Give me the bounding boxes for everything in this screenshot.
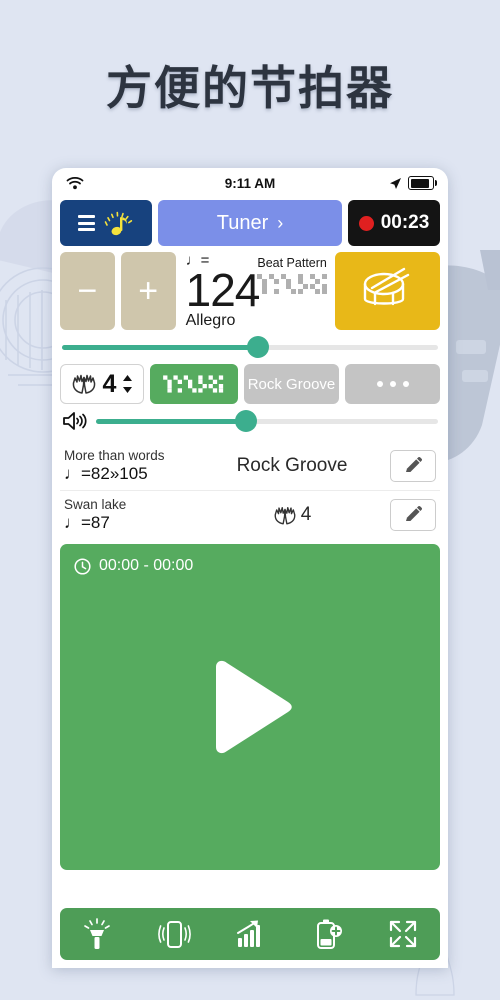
player-time: 00:00 - 00:00 xyxy=(74,557,193,575)
top-toolbar: Tuner › 00:23 xyxy=(60,200,440,246)
song-info: More than words ♩=82»105 xyxy=(64,448,194,484)
tempo-increase-button[interactable]: + xyxy=(120,252,176,330)
battery-icon xyxy=(408,176,437,190)
pencil-edit-icon xyxy=(406,505,423,521)
tempo-values: ♩= 124 Allegro xyxy=(185,252,261,329)
table-row[interactable]: More than words ♩=82»105 Rock Groove xyxy=(60,442,440,490)
battery-plus-icon[interactable] xyxy=(313,918,343,950)
tempo-row: − + ♩= 124 Allegro Beat Pattern xyxy=(60,252,441,330)
song-list: More than words ♩=82»105 Rock Groove Swa… xyxy=(52,442,448,539)
location-arrow-icon xyxy=(390,177,401,189)
rhythm-pattern-button[interactable] xyxy=(150,364,238,404)
more-dots-icon xyxy=(376,381,409,387)
song-detail-label: Rock Groove xyxy=(236,455,348,476)
tempo-display[interactable]: ♩= 124 Allegro Beat Pattern xyxy=(182,252,330,330)
record-timer: 00:23 xyxy=(380,212,430,233)
beats-per-bar-chip[interactable]: 4 xyxy=(60,364,144,404)
tempo-slider-thumb[interactable] xyxy=(246,336,269,358)
song-detail-label: 4 xyxy=(300,504,312,525)
snare-drum-icon xyxy=(363,267,409,306)
wifi-icon xyxy=(66,176,84,190)
tempo-marking: Allegro xyxy=(185,312,236,329)
volume-slider-thumb[interactable] xyxy=(235,410,258,432)
rhythm-pattern-icon xyxy=(163,375,224,393)
song-title: Swan lake xyxy=(64,497,127,512)
player-panel[interactable]: 00:00 - 00:00 xyxy=(60,544,440,870)
chevron-right-icon: › xyxy=(277,212,284,233)
beat-pattern-label: Beat Pattern xyxy=(257,256,327,270)
play-triangle-icon[interactable] xyxy=(204,657,296,757)
table-row[interactable]: Swan lake ♩=87 4 xyxy=(60,490,440,539)
flashlight-icon[interactable] xyxy=(82,918,112,950)
status-left xyxy=(66,176,136,190)
volume-slider-row xyxy=(60,404,440,438)
vibrate-phone-icon[interactable] xyxy=(157,918,192,950)
song-tempo: ♩=87 xyxy=(64,513,110,532)
drum-button[interactable] xyxy=(335,252,441,330)
edit-song-button[interactable] xyxy=(390,450,436,482)
tempo-slider-fill xyxy=(62,344,258,350)
song-tempo: ♩=82»105 xyxy=(64,464,148,483)
settings-chip-row: 4 Rock Groove xyxy=(60,364,440,404)
hamburger-menu-icon xyxy=(77,215,95,231)
record-dot-icon xyxy=(358,215,374,231)
edit-song-button[interactable] xyxy=(390,499,436,531)
beats-value: 4 xyxy=(102,369,117,398)
bottom-toolbar xyxy=(60,908,440,960)
menu-button[interactable] xyxy=(60,200,152,246)
speaker-volume-icon[interactable] xyxy=(62,410,88,432)
pencil-edit-icon xyxy=(406,456,423,472)
status-bar: 9:11 AM xyxy=(52,168,448,196)
clap-hands-icon xyxy=(274,506,296,525)
rhythm-pattern-icon xyxy=(257,274,328,294)
tempo-decrease-button[interactable]: − xyxy=(60,252,115,330)
song-detail: 4 xyxy=(194,504,390,526)
clock-icon xyxy=(74,557,91,575)
page-title: 方便的节拍器 xyxy=(106,62,394,114)
tempo-slider-row xyxy=(60,330,440,364)
tempo-slider[interactable] xyxy=(62,336,438,358)
tuner-button[interactable]: Tuner › xyxy=(158,200,342,246)
beat-pattern-display[interactable]: Beat Pattern xyxy=(257,252,329,303)
phone-mockup: 9:11 AM Tuner › 00:23 − + ♩= 124 Allegro… xyxy=(52,168,448,968)
song-detail: Rock Groove xyxy=(194,455,390,477)
status-right xyxy=(364,176,437,190)
volume-slider[interactable] xyxy=(96,410,438,432)
trend-chart-icon[interactable] xyxy=(236,919,268,949)
song-info: Swan lake ♩=87 xyxy=(64,497,194,533)
groove-preset-button[interactable]: Rock Groove xyxy=(244,364,339,404)
volume-slider-fill xyxy=(96,418,247,424)
song-title: More than words xyxy=(64,448,165,463)
metronome-note-icon xyxy=(104,211,132,236)
record-button[interactable]: 00:23 xyxy=(348,200,440,246)
clap-hands-icon xyxy=(72,374,95,394)
bpm-value: 124 xyxy=(185,264,261,316)
tuner-label: Tuner xyxy=(216,211,269,234)
player-time-range: 00:00 - 00:00 xyxy=(99,557,194,574)
fullscreen-expand-icon[interactable] xyxy=(388,919,418,949)
more-options-button[interactable] xyxy=(345,364,440,404)
up-down-arrows-icon[interactable] xyxy=(122,373,133,395)
status-time: 9:11 AM xyxy=(224,175,276,191)
